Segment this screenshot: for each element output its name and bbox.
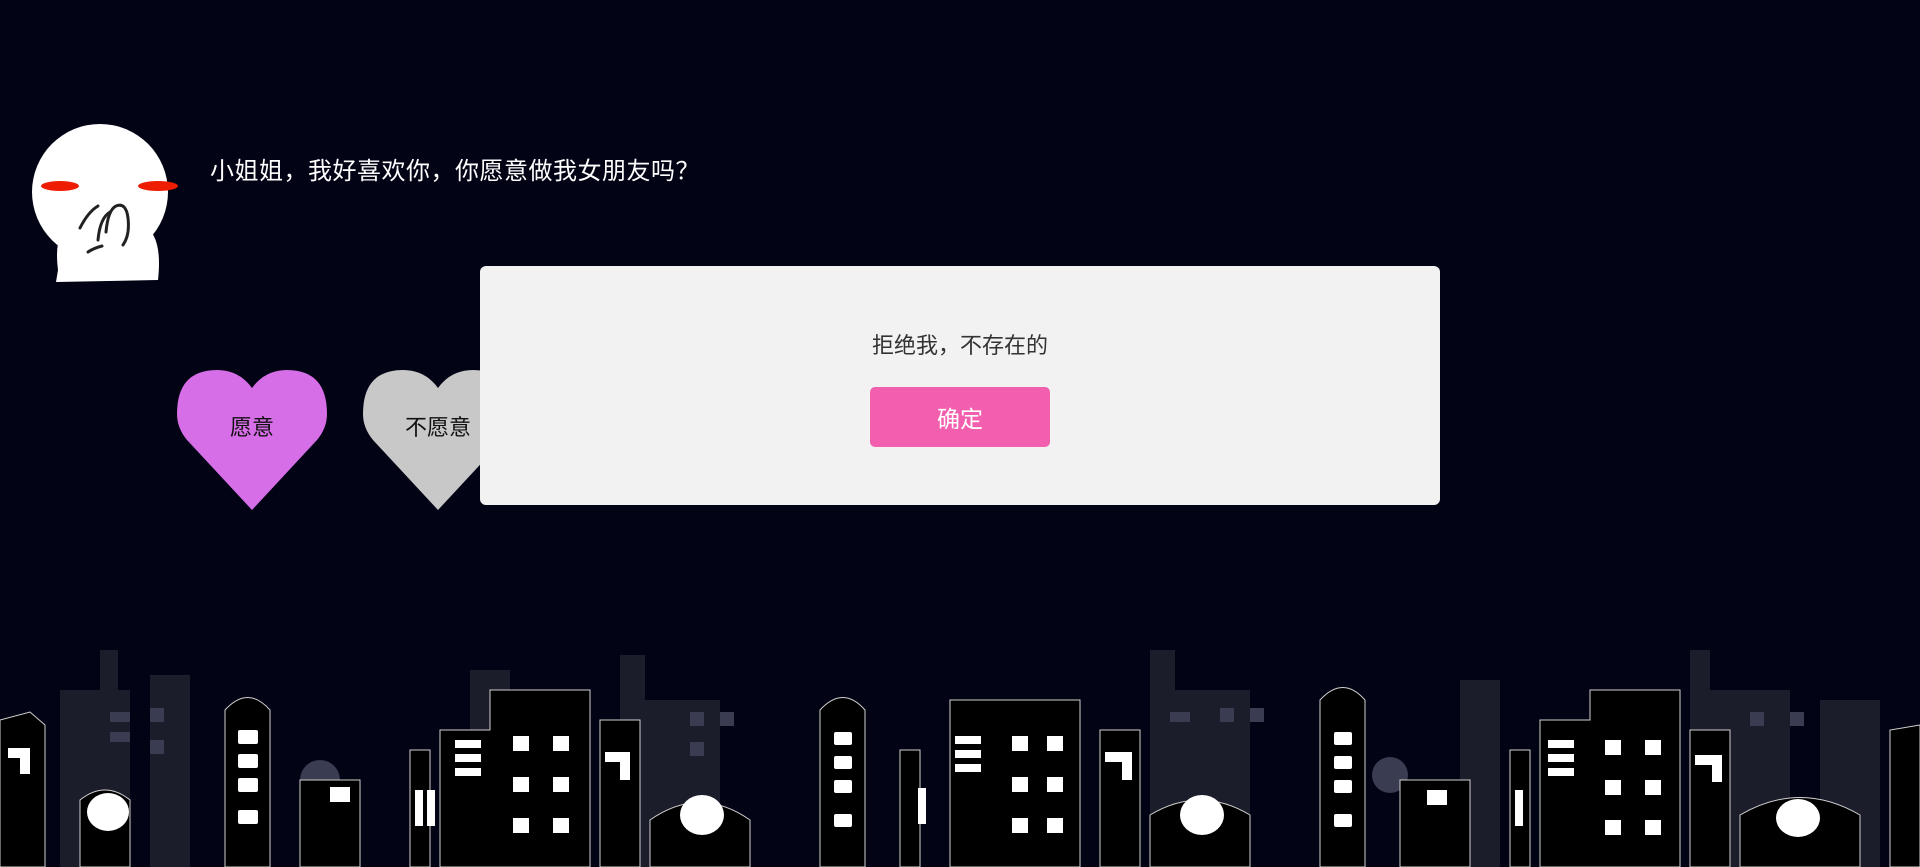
yes-label: 愿意 bbox=[229, 416, 274, 441]
love-question-text: 小姐姐，我好喜欢你，你愿意做我女朋友吗？ bbox=[210, 157, 700, 185]
confirm-button[interactable]: 确定 bbox=[870, 387, 1050, 447]
dialog-message: 拒绝我，不存在的 bbox=[871, 334, 1048, 359]
city-skyline-illustration bbox=[0, 630, 1920, 867]
yes-heart-button[interactable]: 愿意 bbox=[177, 370, 327, 510]
blushing-character-icon bbox=[28, 120, 188, 290]
alert-dialog: 拒绝我，不存在的 确定 bbox=[480, 266, 1440, 505]
page-stage: 小姐姐，我好喜欢你，你愿意做我女朋友吗？ 愿意 不愿意 拒绝我，不存在的 确定 bbox=[0, 0, 1920, 867]
